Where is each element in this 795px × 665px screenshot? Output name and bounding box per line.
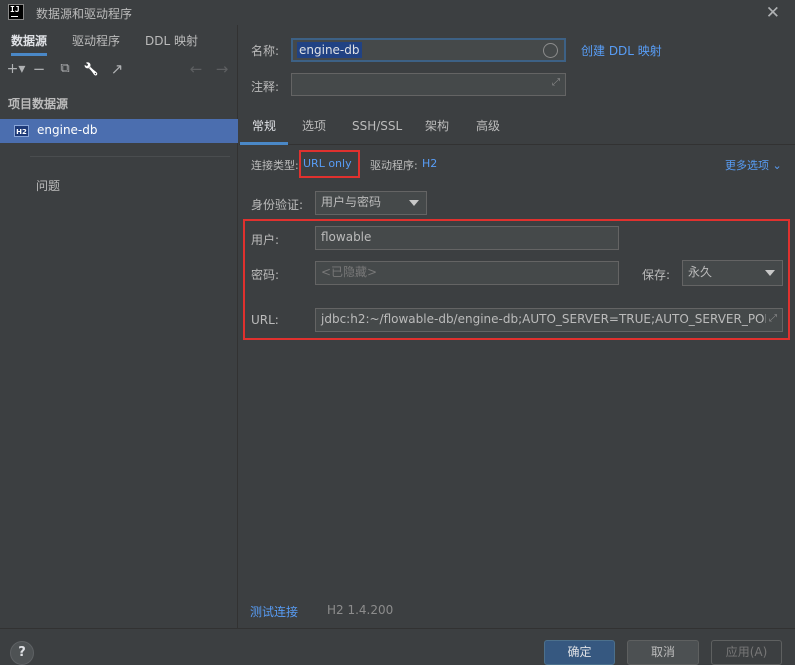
help-button[interactable]: ? <box>10 641 34 665</box>
tab-general[interactable]: 常规 <box>239 115 289 145</box>
close-icon[interactable]: ✕ <box>766 3 780 23</box>
tab-data-sources[interactable]: 数据源 <box>11 25 48 56</box>
left-tab-bar: 数据源 驱动程序 DDL 映射 <box>0 25 238 56</box>
driver-version: H2 1.4.200 <box>327 603 394 617</box>
right-panel: 名称: engine-db 创建 DDL 映射 注释: ⤢ 常规 选项 SSH/… <box>239 25 795 628</box>
copy-icon[interactable]: ⧉ <box>55 57 75 81</box>
driver-link[interactable]: H2 <box>422 157 437 170</box>
comment-label: 注释: <box>251 80 280 94</box>
save-value: 永久 <box>688 265 713 279</box>
create-ddl-mapping-link[interactable]: 创建 DDL 映射 <box>581 42 662 59</box>
password-label: 密码: <box>251 268 280 282</box>
title-bar: IJ 数据源和驱动程序 ✕ <box>0 0 795 25</box>
auth-value: 用户与密码 <box>321 195 382 209</box>
save-label: 保存: <box>642 268 671 282</box>
test-connection-link[interactable]: 测试连接 <box>250 603 298 620</box>
divider <box>30 156 230 157</box>
add-icon[interactable]: +▾ <box>4 57 28 81</box>
remove-icon[interactable]: − <box>29 57 49 81</box>
user-value: flowable <box>321 230 372 244</box>
h2-database-icon: H2 <box>14 125 29 137</box>
tab-options[interactable]: 选项 <box>302 115 326 145</box>
url-input[interactable]: jdbc:h2:~/flowable-db/engine-db;AUTO_SER… <box>315 308 783 332</box>
jump-to-icon[interactable]: ↗ <box>107 57 127 81</box>
url-label: URL: <box>251 313 279 327</box>
user-input[interactable]: flowable <box>315 226 619 250</box>
connection-type-dropdown[interactable]: URL only <box>303 157 352 170</box>
color-indicator-icon[interactable] <box>543 43 558 58</box>
datasource-label: engine-db <box>37 123 98 137</box>
forward-arrow-icon[interactable]: → <box>212 57 232 81</box>
left-panel: 数据源 驱动程序 DDL 映射 +▾ − ⧉ 🔧 ↗ ← → 项目数据源 H2 … <box>0 25 238 628</box>
auth-label: 身份验证: <box>251 198 304 212</box>
driver-label: 驱动程序: <box>370 159 418 172</box>
tab-ddl-mappings[interactable]: DDL 映射 <box>145 25 198 55</box>
wrench-icon[interactable]: 🔧 <box>81 57 101 81</box>
password-input[interactable]: <已隐藏> <box>315 261 619 285</box>
settings-tab-bar: 常规 选项 SSH/SSL 架构 高级 <box>239 115 795 145</box>
connection-type-label: 连接类型: <box>251 159 299 172</box>
intellij-logo-icon: IJ <box>8 4 24 20</box>
chevron-down-icon: ⌄ <box>772 159 782 172</box>
more-options-link[interactable]: 更多选项 ⌄ <box>725 157 782 173</box>
expand-icon[interactable]: ⤢ <box>766 309 777 329</box>
tab-advanced[interactable]: 高级 <box>476 115 500 145</box>
problems-item[interactable]: 问题 <box>36 177 60 194</box>
auth-dropdown[interactable]: 用户与密码 <box>315 191 427 215</box>
datasource-item-engine-db[interactable]: H2 engine-db <box>0 119 238 143</box>
chevron-down-icon <box>765 270 775 276</box>
name-label: 名称: <box>251 44 280 58</box>
chevron-down-icon <box>409 200 419 206</box>
tab-drivers[interactable]: 驱动程序 <box>72 25 120 55</box>
cancel-button[interactable]: 取消 <box>627 640 699 665</box>
save-dropdown[interactable]: 永久 <box>682 260 783 286</box>
url-value: jdbc:h2:~/flowable-db/engine-db;AUTO_SER… <box>321 312 773 326</box>
window-title: 数据源和驱动程序 <box>36 7 133 21</box>
tab-ssh-ssl[interactable]: SSH/SSL <box>352 115 402 145</box>
password-placeholder: <已隐藏> <box>321 265 378 279</box>
expand-icon[interactable]: ⤢ <box>552 74 560 93</box>
tab-schemas[interactable]: 架构 <box>425 115 449 145</box>
ok-button[interactable]: 确定 <box>544 640 615 665</box>
datasource-toolbar: +▾ − ⧉ 🔧 ↗ ← → <box>0 57 238 83</box>
dialog-button-bar: ? 确定 取消 应用(A) <box>0 628 795 665</box>
apply-button[interactable]: 应用(A) <box>711 640 782 665</box>
name-input[interactable]: engine-db <box>291 38 566 62</box>
user-label: 用户: <box>251 233 280 247</box>
comment-input[interactable]: ⤢ <box>291 73 566 96</box>
name-value: engine-db <box>297 42 362 58</box>
back-arrow-icon[interactable]: ← <box>186 57 206 81</box>
project-datasources-header: 项目数据源 <box>8 97 69 111</box>
